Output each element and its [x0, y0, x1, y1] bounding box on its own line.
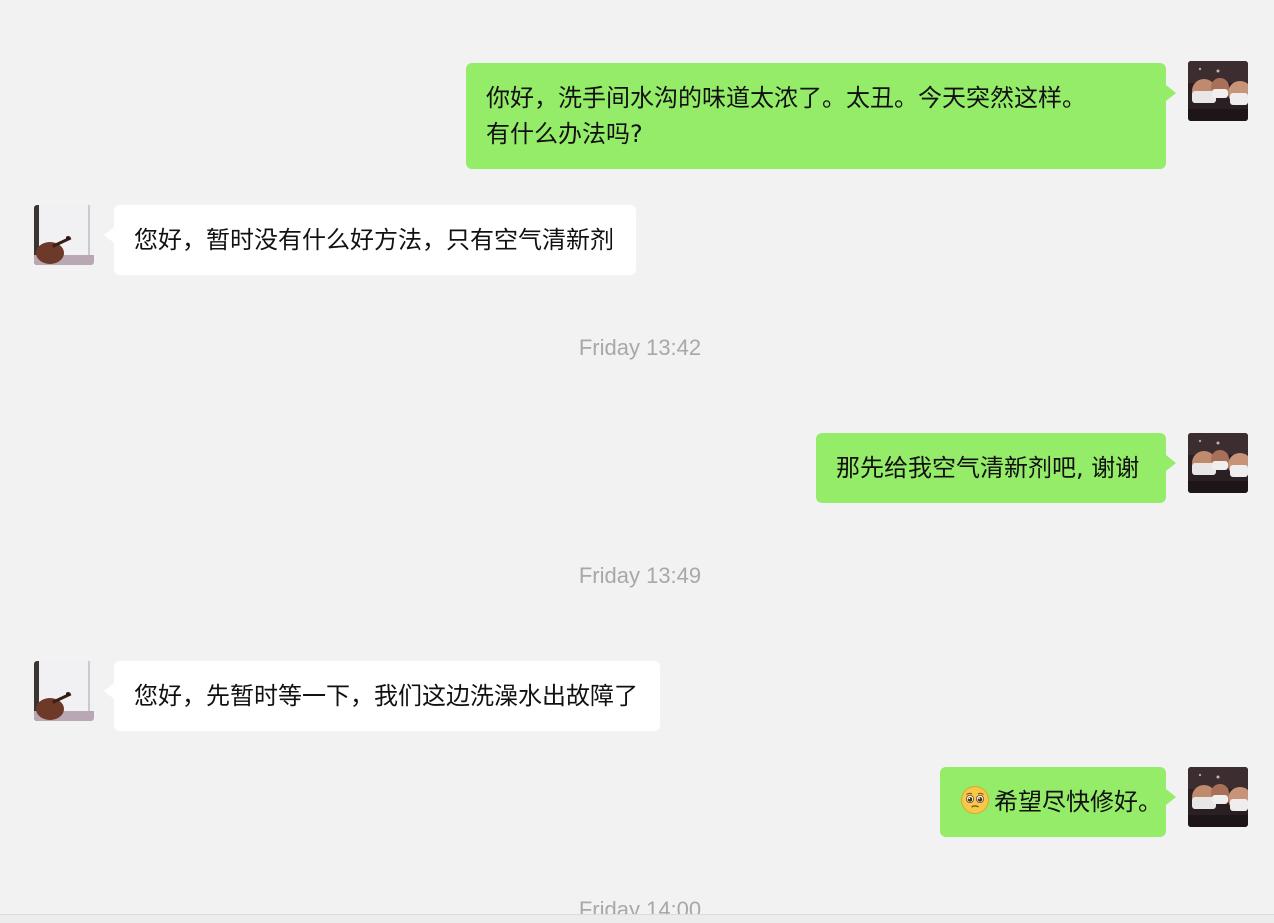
contact-avatar-photo-icon — [34, 205, 94, 265]
message-text-line: 有什么办法吗? — [486, 120, 643, 148]
self-avatar-photo-icon — [1188, 767, 1248, 827]
message-timestamp: Friday 13:42 — [578, 335, 702, 360]
self-avatar[interactable] — [1188, 767, 1248, 827]
message-bubble-other[interactable]: 您好，先暂时等一下，我们这边洗澡水出故障了 — [104, 661, 660, 731]
pleading-face-emoji-icon — [961, 786, 989, 814]
message-text: 那先给我空气清新剂吧, 谢谢 — [836, 454, 1140, 482]
self-avatar-photo-icon — [1188, 433, 1248, 493]
contact-avatar-photo-icon — [34, 661, 94, 721]
contact-avatar[interactable] — [34, 205, 94, 265]
self-avatar[interactable] — [1188, 433, 1248, 493]
message-bubble-self[interactable]: 你好，洗手间水沟的味道太浓了。太丑。今天突然这样。 有什么办法吗? — [466, 63, 1176, 169]
message-text: 您好，暂时没有什么好方法，只有空气清新剂 — [134, 226, 614, 254]
chat-message-area[interactable]: 你好，洗手间水沟的味道太浓了。太丑。今天突然这样。 有什么办法吗? 您好，暂时没… — [0, 0, 1274, 916]
message-bubble-self[interactable]: 希望尽快修好。 — [940, 767, 1176, 837]
self-avatar[interactable] — [1188, 61, 1248, 121]
message-bubble-other[interactable]: 您好，暂时没有什么好方法，只有空气清新剂 — [104, 205, 636, 275]
self-avatar-photo-icon — [1188, 61, 1248, 121]
message-timestamp: Friday 13:49 — [578, 563, 702, 588]
message-bubble-self[interactable]: 那先给我空气清新剂吧, 谢谢 — [816, 433, 1176, 503]
message-text: 希望尽快修好。 — [994, 788, 1162, 816]
contact-avatar[interactable] — [34, 661, 94, 721]
message-text: 您好，先暂时等一下，我们这边洗澡水出故障了 — [134, 682, 638, 710]
message-text-line: 你好，洗手间水沟的味道太浓了。太丑。今天突然这样。 — [486, 84, 1086, 112]
